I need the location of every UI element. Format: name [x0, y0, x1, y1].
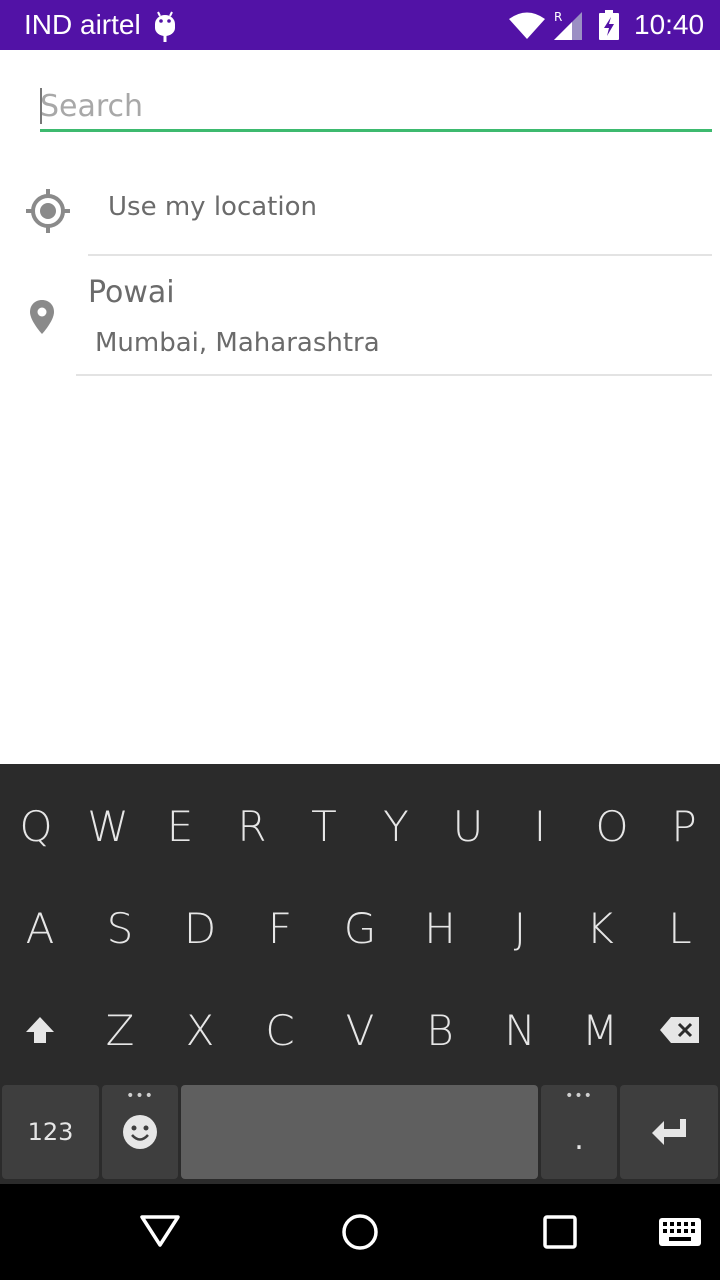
- key-z[interactable]: Z: [80, 980, 160, 1080]
- clock: 10:40: [634, 9, 705, 40]
- backspace-icon: [660, 1017, 699, 1043]
- key-k[interactable]: K: [560, 878, 640, 978]
- period-key-label: .: [574, 1121, 584, 1157]
- key-p[interactable]: P: [648, 776, 720, 876]
- place-subtitle: Mumbai, Maharashtra: [95, 328, 380, 358]
- back-icon[interactable]: [139, 1214, 181, 1248]
- symbols-key-label: 123: [27, 1118, 74, 1146]
- more-dots: •••: [126, 1088, 154, 1104]
- emoji-key[interactable]: •••: [102, 1085, 178, 1179]
- shift-icon: [26, 1017, 54, 1043]
- key-b[interactable]: B: [400, 980, 480, 1080]
- key-y[interactable]: Y: [360, 776, 432, 876]
- text-cursor: [40, 88, 42, 124]
- key-s[interactable]: S: [80, 878, 160, 978]
- android-icon: [155, 11, 175, 42]
- place-title: Powai: [88, 275, 175, 310]
- key-u[interactable]: U: [432, 776, 504, 876]
- keyboard-icon[interactable]: [659, 1218, 701, 1246]
- key-o[interactable]: O: [576, 776, 648, 876]
- use-my-location-row[interactable]: Use my location: [0, 170, 720, 256]
- soft-keyboard: Q W E R T Y U I O P A S D F G H J K L Z …: [0, 764, 720, 1184]
- place-result-item[interactable]: Powai Mumbai, Maharashtra: [0, 258, 720, 376]
- backspace-key[interactable]: [640, 980, 720, 1080]
- key-h[interactable]: H: [400, 878, 480, 978]
- shift-key[interactable]: [0, 980, 80, 1080]
- key-i[interactable]: I: [504, 776, 576, 876]
- key-n[interactable]: N: [480, 980, 560, 1080]
- key-f[interactable]: F: [240, 878, 320, 978]
- key-v[interactable]: V: [320, 980, 400, 1080]
- emoji-icon: [123, 1115, 157, 1149]
- recents-icon[interactable]: [543, 1215, 577, 1249]
- enter-key[interactable]: [620, 1085, 718, 1179]
- signal-icon: R: [554, 10, 582, 40]
- key-a[interactable]: A: [0, 878, 80, 978]
- key-c[interactable]: C: [240, 980, 320, 1080]
- key-e[interactable]: E: [144, 776, 216, 876]
- symbols-key[interactable]: 123: [2, 1085, 99, 1179]
- more-dots: •••: [565, 1088, 593, 1104]
- navigation-bar: [0, 1184, 720, 1280]
- key-w[interactable]: W: [72, 776, 144, 876]
- key-m[interactable]: M: [560, 980, 640, 1080]
- divider: [88, 254, 712, 256]
- wifi-icon: [509, 12, 545, 39]
- status-bar: IND airtel R 10:40: [0, 0, 720, 50]
- space-key[interactable]: [181, 1085, 538, 1179]
- location-pin-icon: [30, 300, 54, 334]
- key-l[interactable]: L: [640, 878, 720, 978]
- carrier-name: IND airtel: [24, 9, 141, 40]
- svg-text:R: R: [554, 10, 562, 24]
- key-t[interactable]: T: [288, 776, 360, 876]
- key-d[interactable]: D: [160, 878, 240, 978]
- enter-icon: [652, 1119, 686, 1145]
- divider: [76, 374, 712, 376]
- my-location-icon: [26, 189, 70, 233]
- battery-charging-icon: [599, 10, 619, 40]
- use-my-location-label: Use my location: [108, 192, 317, 222]
- search-field[interactable]: [40, 82, 712, 134]
- period-key[interactable]: ••• .: [541, 1085, 617, 1179]
- search-underline: [40, 129, 712, 132]
- key-j[interactable]: J: [480, 878, 560, 978]
- key-q[interactable]: Q: [0, 776, 72, 876]
- key-x[interactable]: X: [160, 980, 240, 1080]
- search-input[interactable]: [40, 82, 712, 130]
- key-g[interactable]: G: [320, 878, 400, 978]
- home-icon[interactable]: [341, 1213, 379, 1251]
- key-r[interactable]: R: [216, 776, 288, 876]
